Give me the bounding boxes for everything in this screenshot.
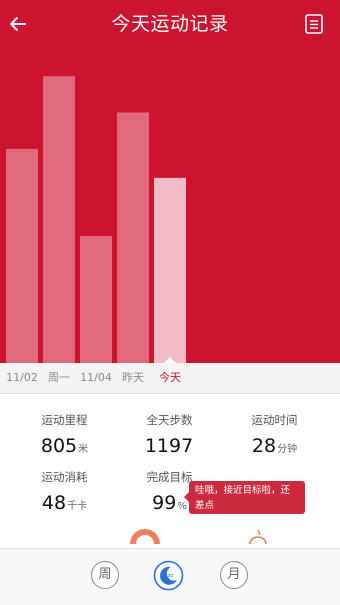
day-tab-1102[interactable]: 11/02: [2, 363, 42, 393]
chart-bar-11/04[interactable]: [80, 235, 112, 363]
stat-value: 99: [152, 492, 177, 514]
svg-text:zz: zz: [168, 573, 174, 579]
period-switch-bar: 周 zz 月: [0, 548, 340, 605]
list-document-icon[interactable]: [304, 13, 324, 35]
goal-encouragement-tooltip: 哇哦，接近目标啦，还差点 点哦，继续再接再厉吧~: [184, 481, 305, 526]
stat-label: 全天步数: [146, 413, 193, 427]
daily-steps-chart: [6, 76, 186, 363]
stat-label: 运动消耗: [41, 470, 88, 484]
stat-label: 运动时间: [251, 413, 298, 427]
apple-icon: [249, 529, 267, 544]
chart-bar-11/02[interactable]: [6, 148, 38, 363]
day-tab-monday[interactable]: 周一: [39, 363, 79, 393]
stat-value: 805: [40, 435, 78, 457]
arrow-left-icon[interactable]: [4, 10, 32, 38]
stat-value: 48: [41, 492, 67, 514]
week-button[interactable]: 周: [91, 561, 119, 589]
moon-icon[interactable]: zz: [153, 560, 184, 591]
chart-bar-昨天[interactable]: [117, 112, 149, 363]
stat-time: 运动时间 28分钟: [218, 412, 331, 458]
activity-header-panel: 今天运动记录: [0, 0, 340, 363]
stat-unit: 米: [78, 444, 89, 455]
day-selector: 11/02 周一 11/04 昨天 今天: [0, 363, 340, 394]
month-button[interactable]: 月: [220, 561, 248, 589]
stat-unit: 分钟: [277, 444, 298, 455]
activity-ring-icon: [130, 529, 160, 544]
page-title: 今天运动记录: [111, 13, 229, 35]
stat-value: 1197: [144, 435, 194, 457]
title-bar: 今天运动记录: [0, 0, 340, 48]
stat-unit: %: [177, 501, 187, 512]
stat-distance: 运动里程 805米: [8, 412, 121, 458]
stat-steps: 全天步数 1197: [113, 412, 226, 458]
stat-label: 运动里程: [41, 413, 88, 427]
chart-bar-周一[interactable]: [43, 76, 75, 363]
day-tab-today[interactable]: 今天: [150, 363, 190, 393]
day-tab-yesterday[interactable]: 昨天: [113, 363, 153, 393]
day-tab-1104[interactable]: 11/04: [76, 363, 116, 393]
tooltip-line: 哇哦，接近目标啦，还差点: [195, 485, 291, 511]
stat-value: 28: [251, 435, 277, 457]
stat-unit: 千卡: [67, 501, 88, 512]
chart-bar-今天[interactable]: [154, 177, 186, 363]
stat-calories: 运动消耗 48千卡: [8, 469, 121, 515]
